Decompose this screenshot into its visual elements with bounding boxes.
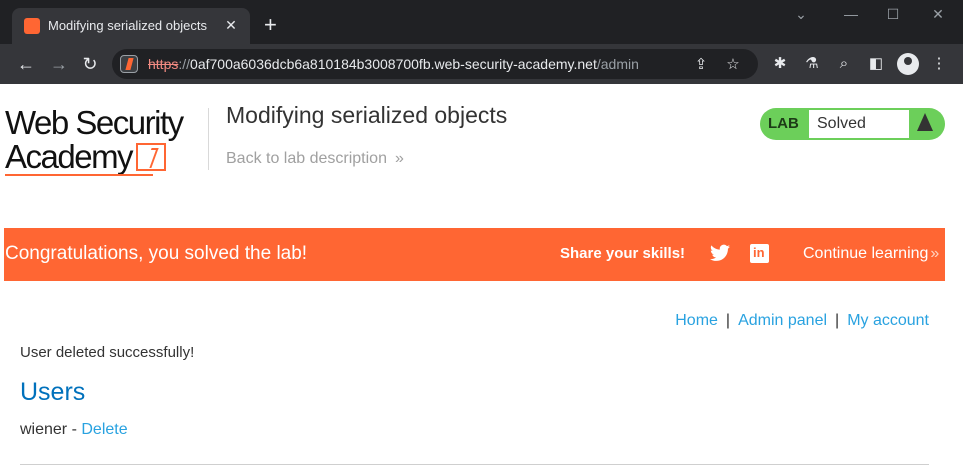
content-divider xyxy=(20,464,929,465)
logo-bolt-icon xyxy=(136,143,167,171)
site-navigation: Home | Admin panel | My account xyxy=(675,312,929,330)
user-row-separator: - xyxy=(67,421,82,438)
site-info-icon[interactable] xyxy=(120,55,138,73)
nav-separator: | xyxy=(835,312,840,329)
address-bar[interactable]: https://0af700a6036dcb6a810184b3008700fb… xyxy=(112,49,758,79)
logo-text-line2-word: Academy xyxy=(5,138,134,175)
profile-avatar[interactable] xyxy=(897,53,919,75)
logo-text-line2: Academy xyxy=(5,140,205,174)
nav-separator: | xyxy=(725,312,731,329)
header-divider xyxy=(208,108,209,170)
double-chevron-right-icon: » xyxy=(930,245,940,262)
lab-title: Modifying serialized objects xyxy=(226,102,508,128)
lab-status-value-box: Solved xyxy=(809,110,909,138)
browser-titlebar: Modifying serialized objects ✕ + ⌄ — ☐ ✕ xyxy=(0,0,963,44)
url-host: 0af700a6036dcb6a810184b3008700fb.web-sec… xyxy=(190,56,597,72)
share-page-icon[interactable]: ⇪ xyxy=(692,55,710,73)
side-panel-icon[interactable]: ◧ xyxy=(866,54,886,74)
menu-kebab-icon[interactable]: ⋮ xyxy=(929,54,949,74)
back-to-lab-description-link[interactable]: Back to lab description » xyxy=(226,150,404,168)
users-heading: Users xyxy=(20,378,86,406)
nav-my-account-link[interactable]: My account xyxy=(847,312,929,329)
continue-learning-link[interactable]: Continue learning» xyxy=(803,245,939,263)
tab-title: Modifying serialized objects xyxy=(48,18,207,33)
flask-icon xyxy=(917,113,933,131)
continue-learning-label: Continue learning xyxy=(803,245,929,262)
zoom-search-icon[interactable]: ⌕ xyxy=(834,54,854,74)
url-separator: :// xyxy=(178,56,191,72)
new-tab-icon[interactable]: + xyxy=(264,14,277,36)
share-skills-label: Share your skills! xyxy=(560,245,686,262)
lab-favicon-icon xyxy=(24,18,40,34)
linkedin-icon[interactable]: in xyxy=(750,244,769,263)
minimize-icon[interactable]: — xyxy=(841,6,861,22)
reload-icon[interactable]: ↻ xyxy=(80,54,100,74)
congratulations-message: Congratulations, you solved the lab! xyxy=(5,243,308,264)
close-tab-icon[interactable]: ✕ xyxy=(222,16,240,34)
delete-user-link[interactable]: Delete xyxy=(81,421,127,438)
back-link-label: Back to lab description xyxy=(226,150,387,167)
logo-text-line1: Web Security xyxy=(5,104,184,141)
lab-status-label: LAB xyxy=(768,115,799,132)
lab-status-value: Solved xyxy=(817,115,866,132)
logo-underline xyxy=(5,174,153,176)
browser-toolbar: ← → ↻ https://0af700a6036dcb6a810184b300… xyxy=(0,44,963,84)
user-list-item: wiener - Delete xyxy=(20,421,128,439)
url-path: /admin xyxy=(596,56,639,72)
status-message: User deleted successfully! xyxy=(20,344,195,361)
solved-banner: Congratulations, you solved the lab! Sha… xyxy=(4,228,945,281)
twitter-icon[interactable] xyxy=(710,244,730,262)
back-arrow-icon[interactable]: ← xyxy=(16,54,36,74)
browser-tab[interactable]: Modifying serialized objects ✕ xyxy=(12,8,250,44)
labs-flask-icon[interactable]: ⚗ xyxy=(802,54,822,74)
web-security-academy-logo[interactable]: Web Security Academy xyxy=(5,104,205,176)
extensions-puzzle-icon[interactable]: ✱ xyxy=(770,54,790,74)
maximize-icon[interactable]: ☐ xyxy=(883,6,903,23)
forward-arrow-icon[interactable]: → xyxy=(49,54,69,74)
nav-admin-panel-link[interactable]: Admin panel xyxy=(738,312,827,329)
bookmark-star-icon[interactable]: ☆ xyxy=(724,55,742,73)
nav-home-link[interactable]: Home xyxy=(675,312,718,329)
page-content: Web Security Academy Modifying serialize… xyxy=(0,84,963,468)
tab-search-chevron-icon[interactable]: ⌄ xyxy=(791,6,811,23)
url-scheme: https xyxy=(148,56,179,72)
username: wiener xyxy=(20,421,68,438)
url-text: https://0af700a6036dcb6a810184b3008700fb… xyxy=(148,56,639,72)
double-chevron-right-icon: » xyxy=(394,150,404,167)
close-window-icon[interactable]: ✕ xyxy=(928,6,948,23)
lab-status-badge: LAB Solved xyxy=(760,108,945,140)
